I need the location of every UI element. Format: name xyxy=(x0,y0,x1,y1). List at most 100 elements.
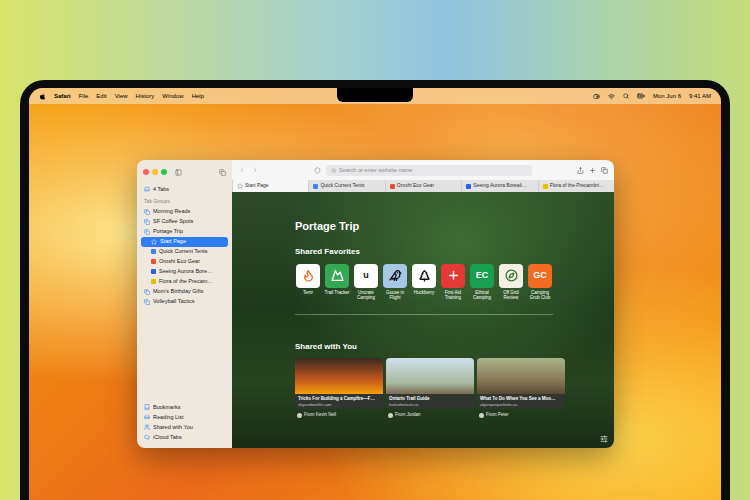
favorite-icon xyxy=(389,269,402,282)
menu-time[interactable]: 9:41 AM xyxy=(689,92,711,101)
favorite-tile: u xyxy=(354,264,378,288)
camera-notch xyxy=(337,88,413,102)
favorite-item[interactable]: Tentr xyxy=(295,264,321,300)
menu-item[interactable]: History xyxy=(136,92,155,101)
new-tab-icon[interactable] xyxy=(589,167,596,174)
shared-card[interactable]: Ontario Trail Guidetrailsofontario.ca xyxy=(386,358,474,409)
zoom-button[interactable] xyxy=(161,169,167,175)
sidebar-tab-item[interactable]: Seeing Aurora Bore… xyxy=(141,267,228,277)
tab-group-icon xyxy=(144,219,150,225)
menu-item[interactable]: File xyxy=(79,92,89,101)
sidebar-footer-item[interactable]: Bookmarks xyxy=(141,402,228,412)
sidebar-tab-item[interactable]: Flora of the Precam… xyxy=(141,277,228,287)
footer-icon xyxy=(144,434,150,440)
sidebar-tab-item[interactable]: Oroshi Eco Gear xyxy=(141,257,228,267)
start-page: Portage TripShared FavoritesTentrTrail T… xyxy=(232,192,614,448)
avatar-icon xyxy=(297,413,302,418)
sidebar-footer-item[interactable]: Shared with You xyxy=(141,422,228,432)
screen: Safari File Edit View History Window Help Mon J… xyxy=(29,88,721,500)
favicon-icon xyxy=(466,184,471,189)
favicon-icon xyxy=(543,184,548,189)
tab-group-icon xyxy=(144,209,150,215)
browser-tab[interactable]: Quick Current Tents xyxy=(308,180,384,192)
favorite-item[interactable]: GCCamping Grub Club xyxy=(527,264,553,300)
privacy-icon[interactable] xyxy=(314,167,321,174)
close-button[interactable] xyxy=(143,169,149,175)
sidebar-toggle-icon[interactable] xyxy=(175,169,182,176)
tab-group-icon xyxy=(144,299,150,305)
favorite-tile xyxy=(325,264,349,288)
tab-group-item[interactable]: Morning Reads xyxy=(141,207,228,217)
sidebar-tab-item[interactable]: Start Page xyxy=(141,237,228,247)
card-image xyxy=(386,358,474,394)
card-image xyxy=(295,358,383,394)
favorite-item[interactable]: Huckberry xyxy=(411,264,437,300)
address-field[interactable]: Search or enter website name xyxy=(326,165,532,176)
favorite-icon xyxy=(418,269,431,282)
sidebar-tab-item[interactable]: Quick Current Tents xyxy=(141,247,228,257)
footer-icon xyxy=(144,424,150,430)
favorite-item[interactable]: Off Grid Review xyxy=(498,264,524,300)
apple-icon[interactable] xyxy=(39,93,46,100)
menu-item[interactable]: View xyxy=(115,92,128,101)
browser-tab[interactable]: Flora of the Precambri… xyxy=(538,180,614,192)
favorite-item[interactable]: ECEthical Camping xyxy=(469,264,495,300)
favorite-item[interactable]: Goose in Flight xyxy=(382,264,408,300)
browser-tab[interactable]: Start Page xyxy=(232,180,308,192)
desktop: 4 Tabs Tab GroupsMorning ReadsSF Coffee S… xyxy=(29,104,721,500)
wifi-icon[interactable] xyxy=(608,93,615,100)
favicon-icon xyxy=(151,269,156,274)
shared-from: From Kevin Nell xyxy=(295,412,383,419)
search-icon xyxy=(331,168,336,173)
tab-groups-icon[interactable] xyxy=(219,169,226,176)
tab-group-item[interactable]: Volleyball Tactics xyxy=(141,297,228,307)
star-icon xyxy=(237,183,243,189)
shared-card[interactable]: Tricks For Building a Campfire—F…skyoutd… xyxy=(295,358,383,409)
tab-group-item[interactable]: Mom's Birthday Gifts xyxy=(141,287,228,297)
favorite-item[interactable]: uUncrate Camping xyxy=(353,264,379,300)
shared-item[interactable]: Ontario Trail Guidetrailsofontario.caFro… xyxy=(386,358,474,419)
favorite-tile: EC xyxy=(470,264,494,288)
shared-item[interactable]: Tricks For Building a Campfire—F…skyoutd… xyxy=(295,358,383,419)
tab-group-item[interactable]: Portage Trip xyxy=(141,227,228,237)
tab-group-item[interactable]: SF Coffee Spots xyxy=(141,217,228,227)
menu-item[interactable]: Window xyxy=(162,92,183,101)
favicon-icon xyxy=(313,184,318,189)
menu-item[interactable]: Help xyxy=(192,92,204,101)
tab-group-icon xyxy=(144,229,150,235)
browser-tab[interactable]: Oroshi Eco Gear xyxy=(385,180,461,192)
shared-item[interactable]: What To Do When You See a Moo…algonquinp… xyxy=(477,358,565,419)
favorite-tile xyxy=(499,264,523,288)
favorite-tile xyxy=(296,264,320,288)
favicon-icon xyxy=(151,279,156,284)
shared-card[interactable]: What To Do When You See a Moo…algonquinp… xyxy=(477,358,565,409)
scene: Safari File Edit View History Window Help Mon J… xyxy=(0,0,750,500)
favorite-icon xyxy=(505,269,518,282)
back-icon[interactable] xyxy=(238,166,246,174)
share-icon[interactable] xyxy=(577,167,584,174)
favorite-tile xyxy=(383,264,407,288)
app-menu[interactable]: Safari xyxy=(54,92,71,101)
avatar-icon xyxy=(388,413,393,418)
favorite-icon xyxy=(302,269,315,282)
favorite-tile xyxy=(441,264,465,288)
forward-icon[interactable] xyxy=(251,166,259,174)
browser-tab[interactable]: Seeing Aurora Boreali… xyxy=(461,180,537,192)
section-header: Tab Groups xyxy=(141,198,228,206)
control-icon[interactable] xyxy=(593,93,600,100)
menu-item[interactable]: Edit xyxy=(96,92,106,101)
minimize-button[interactable] xyxy=(152,169,158,175)
favorite-icon xyxy=(331,269,344,282)
menu-date[interactable]: Mon Jun 6 xyxy=(653,92,681,101)
search-icon[interactable] xyxy=(623,93,629,99)
section-heading: Shared with You xyxy=(295,341,574,353)
all-tabs-item[interactable]: 4 Tabs xyxy=(141,184,228,194)
battery-icon[interactable] xyxy=(637,92,645,100)
favorite-item[interactable]: First Aid Training xyxy=(440,264,466,300)
favorite-item[interactable]: Trail Tracker xyxy=(324,264,350,300)
sidebar-footer-item[interactable]: Reading List xyxy=(141,412,228,422)
tab-overview-icon[interactable] xyxy=(601,167,608,174)
shared-from: From Peter xyxy=(477,412,565,419)
sidebar-footer-item[interactable]: iCloud Tabs xyxy=(141,432,228,442)
customize-icon[interactable] xyxy=(600,435,608,443)
